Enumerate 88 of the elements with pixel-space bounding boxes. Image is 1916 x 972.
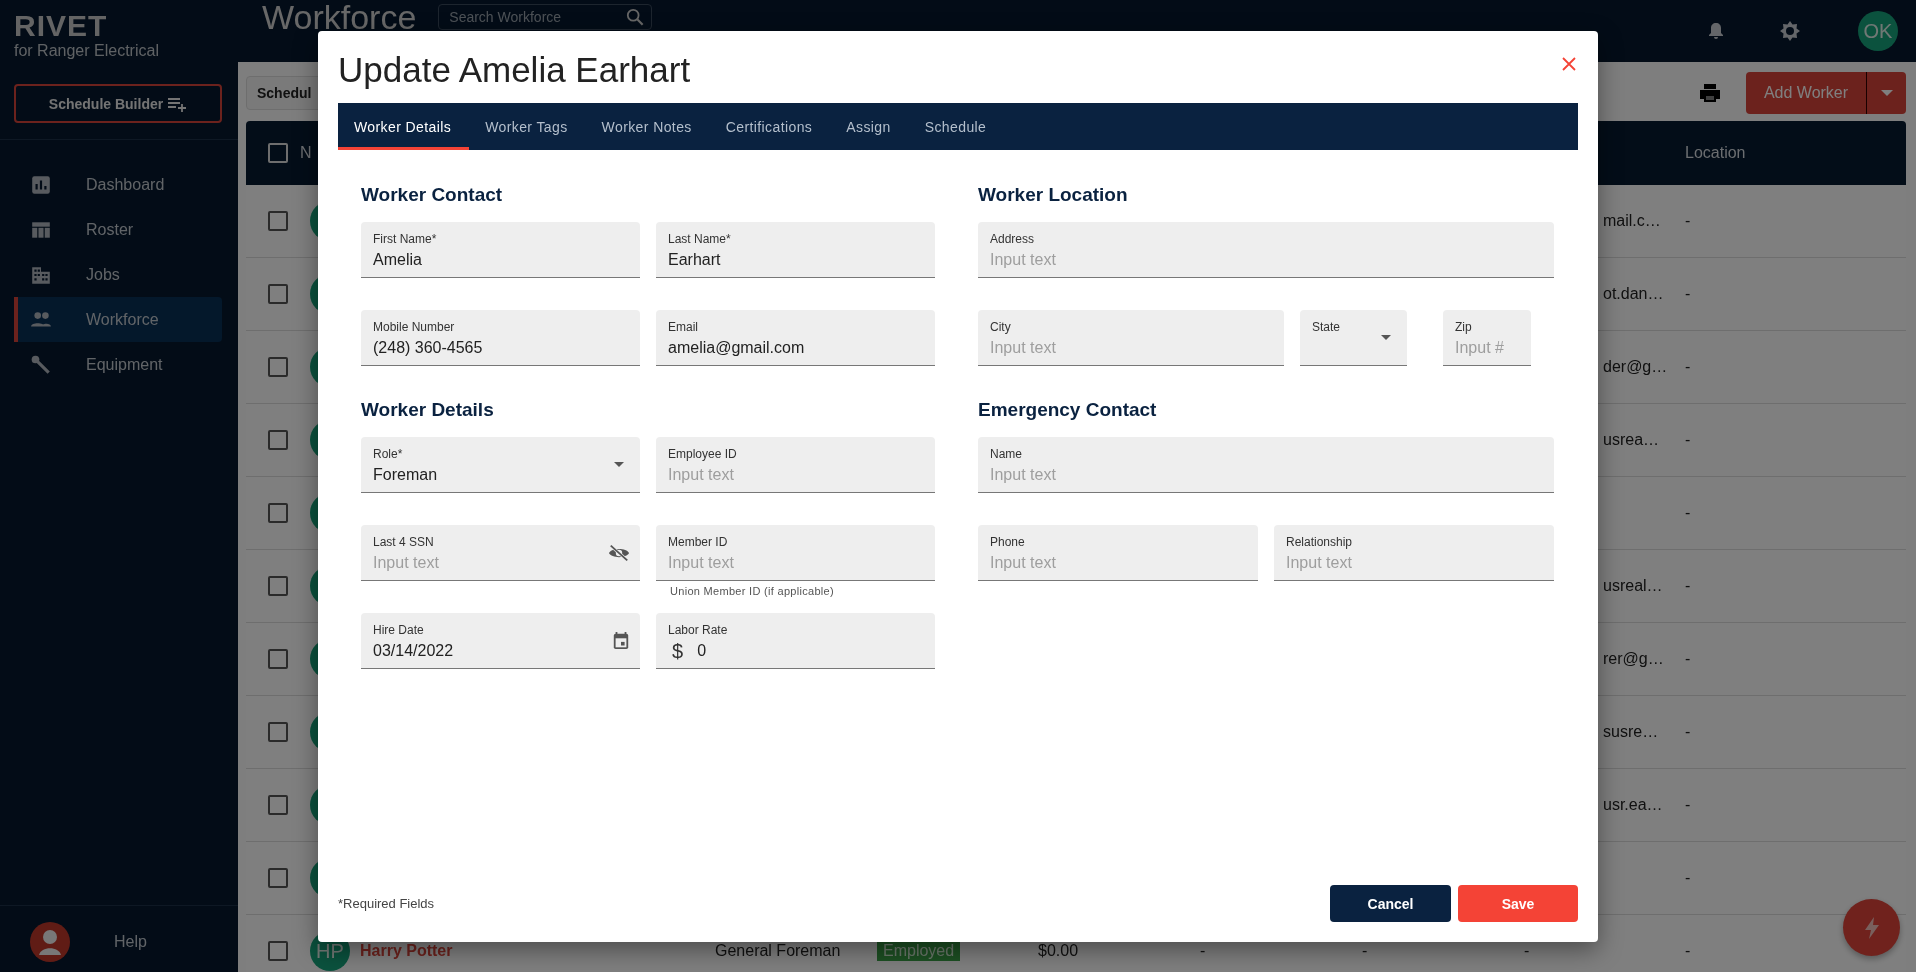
status-badge: Employed	[877, 940, 961, 961]
bar-chart-icon	[30, 173, 52, 196]
playlist-add-icon	[167, 95, 188, 112]
search-icon	[626, 8, 645, 26]
tab[interactable]: Assign	[830, 103, 909, 150]
printer-icon[interactable]	[1698, 81, 1722, 105]
section-heading: Worker Contact	[361, 183, 504, 207]
table-cell: ot.dan…	[1603, 285, 1664, 302]
checkbox[interactable]	[268, 430, 288, 450]
input-field[interactable]: Last 4 SSN Input text	[361, 525, 640, 581]
checkbox[interactable]	[268, 357, 288, 377]
checkbox[interactable]	[268, 795, 288, 815]
tab[interactable]: Worker Notes	[585, 103, 710, 150]
close-icon[interactable]	[1562, 57, 1576, 71]
section-heading: Worker Details	[361, 398, 495, 422]
eye-slash-icon[interactable]	[608, 543, 630, 563]
caret-icon	[1381, 335, 1391, 340]
table-cell: -	[1685, 285, 1691, 302]
checkbox[interactable]	[268, 211, 288, 231]
checkbox[interactable]	[268, 284, 288, 304]
tab[interactable]: Worker Details	[338, 103, 470, 150]
tab[interactable]: Certifications	[709, 103, 831, 150]
settings-icon[interactable]	[1778, 19, 1802, 43]
table-cell: susre…	[1603, 723, 1659, 740]
table-cell: der@g…	[1603, 358, 1668, 375]
bell-icon[interactable]	[1706, 21, 1726, 41]
checkbox[interactable]	[268, 868, 288, 888]
search-field[interactable]: Search Workforce	[438, 4, 653, 30]
table-cell: rer@g…	[1603, 650, 1664, 667]
checkbox[interactable]	[268, 649, 288, 669]
input-field[interactable]: Last Name* Earhart	[656, 222, 935, 278]
checkbox[interactable]	[268, 576, 288, 596]
person-avatar-icon	[30, 922, 70, 962]
column-header[interactable]: Location	[1685, 144, 1906, 162]
input-field[interactable]: Labor Rate $ 0	[656, 613, 935, 669]
table-cell: -	[1685, 577, 1691, 594]
caret-icon	[614, 462, 624, 467]
table-cell: -	[1685, 358, 1691, 375]
table-cell: usrea…	[1603, 431, 1660, 448]
input-field[interactable]: State	[1300, 310, 1407, 366]
table-cell: -	[1362, 942, 1368, 959]
checkbox[interactable]	[268, 722, 288, 742]
calendar-icon[interactable]	[612, 631, 630, 651]
caret-icon	[1880, 90, 1893, 96]
input-field[interactable]: Address Input text	[978, 222, 1554, 278]
checkbox[interactable]	[268, 941, 288, 961]
tab[interactable]: Schedule	[908, 103, 1005, 150]
table-cell: usreal…	[1603, 577, 1663, 594]
table-cell: -	[1685, 650, 1691, 667]
company-name: for Ranger Electrical	[14, 42, 159, 60]
input-field[interactable]: Email amelia@gmail.com	[656, 310, 935, 366]
input-field[interactable]: Member ID Input text	[656, 525, 935, 581]
table-cell: -	[1685, 796, 1691, 813]
input-field[interactable]: Role* Foreman	[361, 437, 640, 493]
table-cell: -	[1685, 431, 1691, 448]
input-field[interactable]: Employee ID Input text	[656, 437, 935, 493]
input-field[interactable]: Mobile Number (248) 360-4565	[361, 310, 640, 366]
table-cell: -	[1524, 942, 1530, 959]
input-field[interactable]: First Name* Amelia	[361, 222, 640, 278]
wrench-icon	[30, 353, 52, 376]
schedule-builder-button[interactable]: Schedule Builder	[14, 84, 222, 123]
checkbox[interactable]	[268, 503, 288, 523]
input-field[interactable]: City Input text	[978, 310, 1284, 366]
table-cell: -	[1685, 942, 1691, 959]
save-button[interactable]: Save	[1458, 885, 1578, 922]
table-cell: -	[1200, 942, 1206, 959]
cancel-button[interactable]: Cancel	[1330, 885, 1451, 922]
section-heading: Emergency Contact	[978, 398, 1158, 422]
input-field[interactable]: Relationship Input text	[1274, 525, 1554, 581]
table-cell: $0.00	[1038, 942, 1079, 959]
page-title: Workforce	[262, 0, 417, 34]
logo: RIVET	[14, 10, 108, 42]
table-cell: -	[1685, 869, 1691, 886]
helper-text: Union Member ID (if applicable)	[670, 585, 835, 597]
table-cell: usr.ea…	[1603, 796, 1663, 813]
input-field[interactable]: Zip Input #	[1443, 310, 1531, 366]
table-cell: mail.c…	[1603, 212, 1661, 229]
tab[interactable]: Worker Tags	[469, 103, 586, 150]
table-cell: General Foreman	[715, 942, 841, 959]
input-field[interactable]: Name Input text	[978, 437, 1554, 493]
input-field[interactable]: Phone Input text	[978, 525, 1258, 581]
required-note: *Required Fields	[338, 896, 435, 911]
table-cell: -	[1685, 723, 1691, 740]
dropdown-button[interactable]	[1867, 72, 1906, 114]
input-field[interactable]: Hire Date 03/14/2022	[361, 613, 640, 669]
table-cell: -	[1685, 212, 1691, 229]
section-heading: Worker Location	[978, 183, 1129, 207]
table-cell: -	[1685, 504, 1691, 521]
